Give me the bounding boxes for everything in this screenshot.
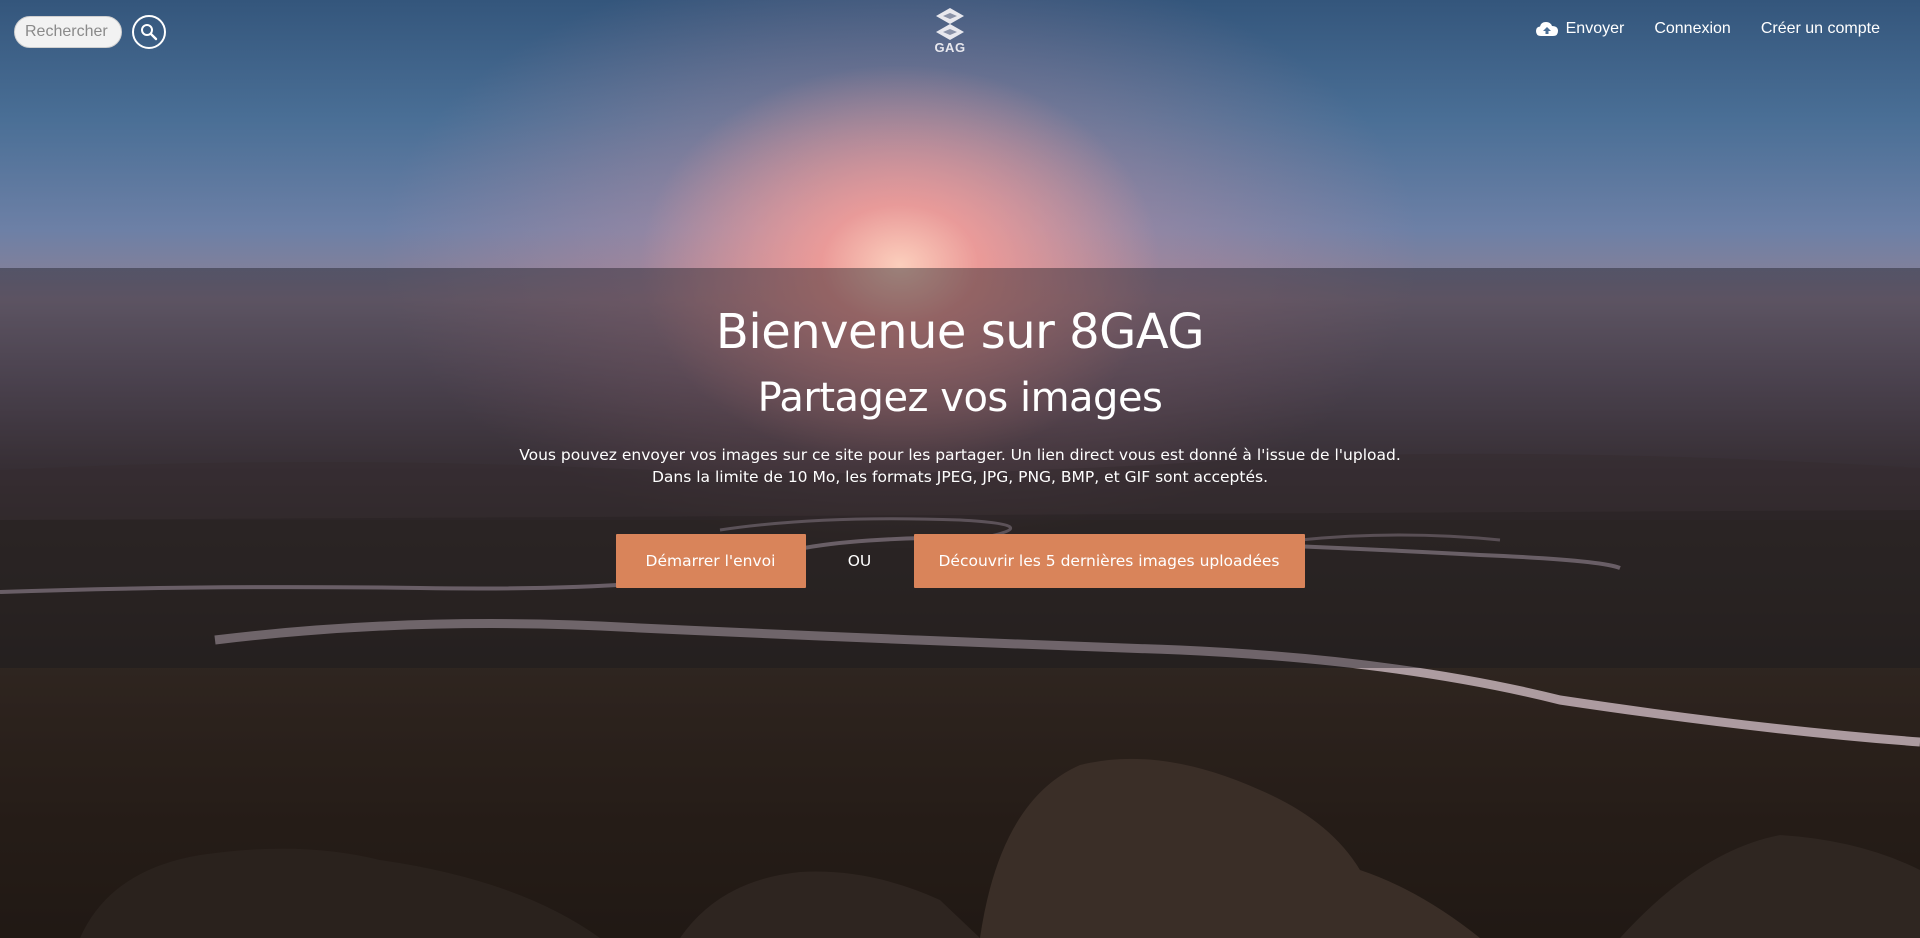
logo-text: GAG (934, 40, 966, 55)
search-button[interactable] (132, 15, 166, 49)
hero-actions: Démarrer l'envoi OU Découvrir les 5 dern… (0, 534, 1920, 588)
start-upload-button[interactable]: Démarrer l'envoi (615, 534, 806, 588)
search-input[interactable] (14, 16, 122, 48)
page: GAG Envoyer Connexion Créer un compte Bi… (0, 0, 1920, 938)
discover-latest-button[interactable]: Découvrir les 5 dernières images uploadé… (913, 534, 1305, 588)
hero-section: Bienvenue sur 8GAG Partagez vos images V… (0, 300, 1920, 588)
upload-link[interactable]: Envoyer (1535, 20, 1625, 38)
upload-label: Envoyer (1565, 20, 1625, 37)
site-logo[interactable]: GAG (930, 6, 970, 55)
signup-link[interactable]: Créer un compte (1761, 20, 1880, 38)
hero-description-line2: Dans la limite de 10 Mo, les formats JPE… (651, 468, 1269, 486)
search-icon (140, 23, 158, 41)
8gag-logo-icon (931, 6, 969, 42)
top-nav: Envoyer Connexion Créer un compte (1535, 20, 1880, 38)
hero-subtitle: Partagez vos images (757, 375, 1163, 421)
login-link[interactable]: Connexion (1654, 20, 1731, 38)
or-separator: OU (847, 552, 872, 570)
search-bar (14, 15, 166, 49)
hero-description-line1: Vous pouvez envoyer vos images sur ce si… (519, 446, 1401, 464)
cloud-upload-icon (1535, 20, 1559, 38)
hero-title: Bienvenue sur 8GAG (715, 304, 1205, 360)
